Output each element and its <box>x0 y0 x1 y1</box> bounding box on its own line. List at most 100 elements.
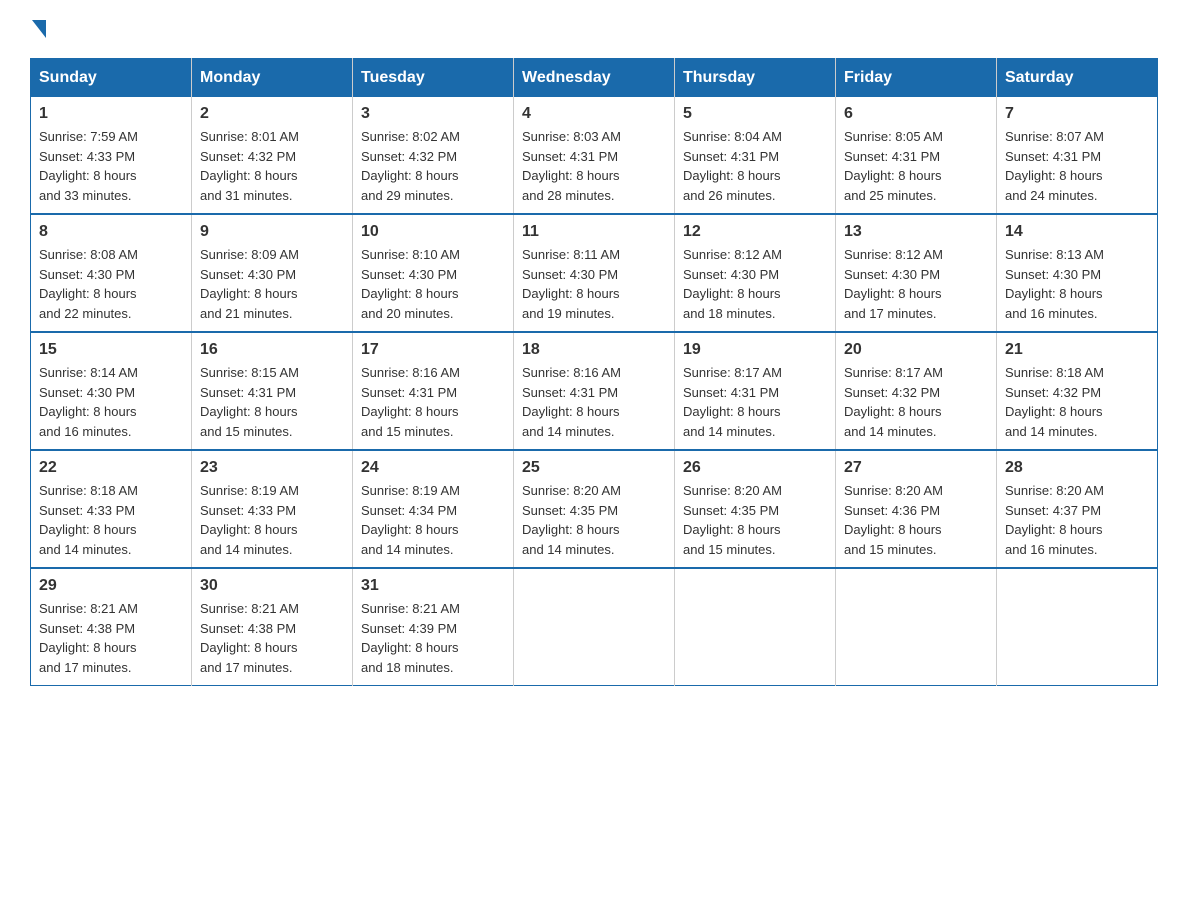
day-info: Sunrise: 8:04 AM Sunset: 4:31 PM Dayligh… <box>683 127 827 205</box>
day-number: 26 <box>683 459 827 477</box>
day-number: 10 <box>361 223 505 241</box>
calendar-day-cell: 28 Sunrise: 8:20 AM Sunset: 4:37 PM Dayl… <box>997 450 1158 568</box>
day-info: Sunrise: 8:20 AM Sunset: 4:36 PM Dayligh… <box>844 481 988 559</box>
day-info: Sunrise: 8:15 AM Sunset: 4:31 PM Dayligh… <box>200 363 344 441</box>
day-number: 30 <box>200 577 344 595</box>
day-info: Sunrise: 8:03 AM Sunset: 4:31 PM Dayligh… <box>522 127 666 205</box>
calendar-day-header: Sunday <box>31 59 192 98</box>
day-number: 16 <box>200 341 344 359</box>
day-number: 2 <box>200 105 344 123</box>
calendar-day-header: Saturday <box>997 59 1158 98</box>
calendar-day-cell <box>836 568 997 686</box>
calendar-day-cell: 8 Sunrise: 8:08 AM Sunset: 4:30 PM Dayli… <box>31 214 192 332</box>
page-header <box>30 20 1158 38</box>
day-number: 24 <box>361 459 505 477</box>
calendar-header-row: SundayMondayTuesdayWednesdayThursdayFrid… <box>31 59 1158 98</box>
calendar-day-header: Thursday <box>675 59 836 98</box>
calendar-day-cell: 11 Sunrise: 8:11 AM Sunset: 4:30 PM Dayl… <box>514 214 675 332</box>
calendar-week-row: 15 Sunrise: 8:14 AM Sunset: 4:30 PM Dayl… <box>31 332 1158 450</box>
day-info: Sunrise: 8:16 AM Sunset: 4:31 PM Dayligh… <box>361 363 505 441</box>
day-info: Sunrise: 8:21 AM Sunset: 4:38 PM Dayligh… <box>200 599 344 677</box>
day-info: Sunrise: 8:20 AM Sunset: 4:35 PM Dayligh… <box>522 481 666 559</box>
calendar-day-cell: 31 Sunrise: 8:21 AM Sunset: 4:39 PM Dayl… <box>353 568 514 686</box>
day-number: 19 <box>683 341 827 359</box>
calendar-week-row: 1 Sunrise: 7:59 AM Sunset: 4:33 PM Dayli… <box>31 97 1158 214</box>
day-number: 9 <box>200 223 344 241</box>
day-info: Sunrise: 8:19 AM Sunset: 4:33 PM Dayligh… <box>200 481 344 559</box>
calendar-day-cell: 19 Sunrise: 8:17 AM Sunset: 4:31 PM Dayl… <box>675 332 836 450</box>
calendar-day-header: Tuesday <box>353 59 514 98</box>
day-info: Sunrise: 8:17 AM Sunset: 4:31 PM Dayligh… <box>683 363 827 441</box>
day-number: 6 <box>844 105 988 123</box>
day-number: 13 <box>844 223 988 241</box>
day-number: 4 <box>522 105 666 123</box>
day-info: Sunrise: 8:10 AM Sunset: 4:30 PM Dayligh… <box>361 245 505 323</box>
calendar-day-cell: 20 Sunrise: 8:17 AM Sunset: 4:32 PM Dayl… <box>836 332 997 450</box>
calendar-day-cell: 6 Sunrise: 8:05 AM Sunset: 4:31 PM Dayli… <box>836 97 997 214</box>
day-number: 7 <box>1005 105 1149 123</box>
day-info: Sunrise: 8:09 AM Sunset: 4:30 PM Dayligh… <box>200 245 344 323</box>
calendar-week-row: 8 Sunrise: 8:08 AM Sunset: 4:30 PM Dayli… <box>31 214 1158 332</box>
day-info: Sunrise: 8:18 AM Sunset: 4:32 PM Dayligh… <box>1005 363 1149 441</box>
calendar-day-cell: 13 Sunrise: 8:12 AM Sunset: 4:30 PM Dayl… <box>836 214 997 332</box>
calendar-day-cell: 18 Sunrise: 8:16 AM Sunset: 4:31 PM Dayl… <box>514 332 675 450</box>
calendar-day-cell <box>997 568 1158 686</box>
calendar-day-cell: 15 Sunrise: 8:14 AM Sunset: 4:30 PM Dayl… <box>31 332 192 450</box>
calendar-day-cell: 12 Sunrise: 8:12 AM Sunset: 4:30 PM Dayl… <box>675 214 836 332</box>
calendar-day-cell <box>675 568 836 686</box>
day-info: Sunrise: 8:20 AM Sunset: 4:35 PM Dayligh… <box>683 481 827 559</box>
calendar-day-cell: 2 Sunrise: 8:01 AM Sunset: 4:32 PM Dayli… <box>192 97 353 214</box>
calendar-day-cell: 30 Sunrise: 8:21 AM Sunset: 4:38 PM Dayl… <box>192 568 353 686</box>
calendar-day-header: Friday <box>836 59 997 98</box>
day-info: Sunrise: 8:20 AM Sunset: 4:37 PM Dayligh… <box>1005 481 1149 559</box>
day-number: 31 <box>361 577 505 595</box>
calendar-day-cell: 14 Sunrise: 8:13 AM Sunset: 4:30 PM Dayl… <box>997 214 1158 332</box>
day-number: 20 <box>844 341 988 359</box>
calendar-day-cell: 5 Sunrise: 8:04 AM Sunset: 4:31 PM Dayli… <box>675 97 836 214</box>
calendar-day-header: Wednesday <box>514 59 675 98</box>
day-info: Sunrise: 8:05 AM Sunset: 4:31 PM Dayligh… <box>844 127 988 205</box>
calendar-day-cell: 17 Sunrise: 8:16 AM Sunset: 4:31 PM Dayl… <box>353 332 514 450</box>
day-number: 21 <box>1005 341 1149 359</box>
calendar-day-cell: 26 Sunrise: 8:20 AM Sunset: 4:35 PM Dayl… <box>675 450 836 568</box>
day-number: 3 <box>361 105 505 123</box>
day-info: Sunrise: 8:08 AM Sunset: 4:30 PM Dayligh… <box>39 245 183 323</box>
day-number: 23 <box>200 459 344 477</box>
calendar-day-cell: 9 Sunrise: 8:09 AM Sunset: 4:30 PM Dayli… <box>192 214 353 332</box>
calendar-day-cell: 22 Sunrise: 8:18 AM Sunset: 4:33 PM Dayl… <box>31 450 192 568</box>
day-info: Sunrise: 8:12 AM Sunset: 4:30 PM Dayligh… <box>683 245 827 323</box>
calendar-day-cell: 16 Sunrise: 8:15 AM Sunset: 4:31 PM Dayl… <box>192 332 353 450</box>
day-number: 27 <box>844 459 988 477</box>
day-number: 12 <box>683 223 827 241</box>
calendar-week-row: 29 Sunrise: 8:21 AM Sunset: 4:38 PM Dayl… <box>31 568 1158 686</box>
day-number: 5 <box>683 105 827 123</box>
day-info: Sunrise: 8:21 AM Sunset: 4:38 PM Dayligh… <box>39 599 183 677</box>
day-number: 17 <box>361 341 505 359</box>
day-number: 28 <box>1005 459 1149 477</box>
calendar-day-cell: 25 Sunrise: 8:20 AM Sunset: 4:35 PM Dayl… <box>514 450 675 568</box>
calendar-day-cell <box>514 568 675 686</box>
calendar-day-header: Monday <box>192 59 353 98</box>
day-info: Sunrise: 8:11 AM Sunset: 4:30 PM Dayligh… <box>522 245 666 323</box>
calendar-day-cell: 27 Sunrise: 8:20 AM Sunset: 4:36 PM Dayl… <box>836 450 997 568</box>
day-number: 15 <box>39 341 183 359</box>
day-number: 8 <box>39 223 183 241</box>
calendar-week-row: 22 Sunrise: 8:18 AM Sunset: 4:33 PM Dayl… <box>31 450 1158 568</box>
day-info: Sunrise: 8:01 AM Sunset: 4:32 PM Dayligh… <box>200 127 344 205</box>
calendar-day-cell: 7 Sunrise: 8:07 AM Sunset: 4:31 PM Dayli… <box>997 97 1158 214</box>
day-number: 25 <box>522 459 666 477</box>
day-info: Sunrise: 8:07 AM Sunset: 4:31 PM Dayligh… <box>1005 127 1149 205</box>
day-number: 29 <box>39 577 183 595</box>
logo-arrow-icon <box>32 20 46 38</box>
day-info: Sunrise: 8:18 AM Sunset: 4:33 PM Dayligh… <box>39 481 183 559</box>
day-number: 18 <box>522 341 666 359</box>
day-number: 11 <box>522 223 666 241</box>
day-info: Sunrise: 8:16 AM Sunset: 4:31 PM Dayligh… <box>522 363 666 441</box>
day-info: Sunrise: 8:12 AM Sunset: 4:30 PM Dayligh… <box>844 245 988 323</box>
day-info: Sunrise: 8:19 AM Sunset: 4:34 PM Dayligh… <box>361 481 505 559</box>
day-info: Sunrise: 8:13 AM Sunset: 4:30 PM Dayligh… <box>1005 245 1149 323</box>
calendar-day-cell: 29 Sunrise: 8:21 AM Sunset: 4:38 PM Dayl… <box>31 568 192 686</box>
day-info: Sunrise: 7:59 AM Sunset: 4:33 PM Dayligh… <box>39 127 183 205</box>
day-info: Sunrise: 8:17 AM Sunset: 4:32 PM Dayligh… <box>844 363 988 441</box>
calendar-day-cell: 21 Sunrise: 8:18 AM Sunset: 4:32 PM Dayl… <box>997 332 1158 450</box>
